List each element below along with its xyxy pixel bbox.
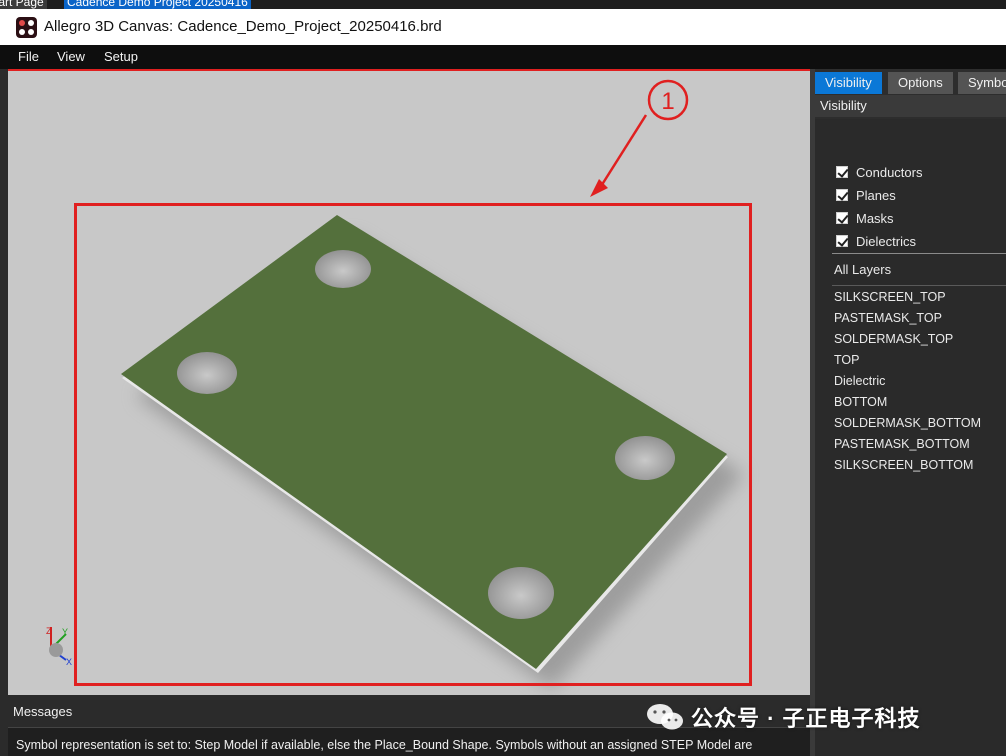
checkbox-planes[interactable]: Planes bbox=[836, 186, 896, 204]
menu-bar: File View Setup bbox=[0, 45, 1006, 69]
allegro-app-icon bbox=[16, 17, 37, 38]
panel-header: Visibility bbox=[815, 95, 1006, 117]
messages-title: Messages bbox=[13, 704, 73, 719]
divider bbox=[832, 253, 1006, 254]
layer-item[interactable]: TOP bbox=[834, 353, 859, 367]
watermark: 公众号 · 子正电子科技 bbox=[645, 700, 921, 734]
svg-text:X: X bbox=[66, 657, 72, 667]
annotation-marker-label: 1 bbox=[661, 88, 674, 115]
menu-file[interactable]: File bbox=[18, 48, 39, 66]
layer-item[interactable]: SILKSCREEN_TOP bbox=[834, 290, 946, 304]
watermark-text: 公众号 · 子正电子科技 bbox=[691, 706, 921, 731]
menu-setup[interactable]: Setup bbox=[104, 48, 138, 66]
annotation-arrow bbox=[596, 114, 648, 192]
checkbox-conductors[interactable]: Conductors bbox=[836, 163, 922, 181]
layer-item[interactable]: SILKSCREEN_BOTTOM bbox=[834, 458, 973, 472]
window-title: Allegro 3D Canvas: Cadence_Demo_Project_… bbox=[44, 18, 442, 35]
tab-project[interactable]: Cadence Demo Project 20250416 bbox=[64, 0, 251, 9]
checkbox-masks[interactable]: Masks bbox=[836, 209, 894, 227]
all-layers-label[interactable]: All Layers bbox=[834, 262, 891, 277]
checkbox-icon[interactable] bbox=[836, 235, 848, 247]
tab-options[interactable]: Options bbox=[888, 72, 953, 94]
title-bar: Allegro 3D Canvas: Cadence_Demo_Project_… bbox=[0, 9, 1006, 45]
layer-item[interactable]: SOLDERMASK_BOTTOM bbox=[834, 416, 981, 430]
board-render: 1 Z Y X bbox=[46, 79, 752, 689]
layer-item[interactable]: Dielectric bbox=[834, 374, 885, 388]
message-line: Symbol representation is set to: Step Mo… bbox=[16, 738, 753, 752]
menu-view[interactable]: View bbox=[57, 48, 85, 66]
tab-visibility[interactable]: Visibility bbox=[815, 72, 882, 94]
layer-item[interactable]: SOLDERMASK_TOP bbox=[834, 332, 953, 346]
checkbox-icon[interactable] bbox=[836, 189, 848, 201]
3d-viewport[interactable]: 1 Z Y X bbox=[8, 69, 810, 695]
checkbox-dielectrics[interactable]: Dielectrics bbox=[836, 232, 916, 250]
mounting-hole bbox=[488, 567, 554, 619]
panel-body: Conductors Planes Masks Dielectrics All … bbox=[815, 119, 1006, 756]
document-tab-strip: tart Page Cadence Demo Project 20250416 bbox=[0, 0, 1006, 9]
mounting-hole bbox=[615, 436, 675, 480]
left-gutter bbox=[0, 69, 8, 756]
tab-symbols[interactable]: Symbo bbox=[958, 72, 1006, 94]
checkbox-icon[interactable] bbox=[836, 212, 848, 224]
layer-item[interactable]: BOTTOM bbox=[834, 395, 887, 409]
layer-item[interactable]: PASTEMASK_TOP bbox=[834, 311, 942, 325]
svg-text:Y: Y bbox=[62, 627, 68, 637]
axes-gizmo: Z Y X bbox=[46, 626, 72, 667]
wechat-icon bbox=[647, 704, 683, 730]
tab-start-page[interactable]: tart Page bbox=[0, 0, 47, 9]
divider bbox=[832, 285, 1006, 286]
allegro-3d-canvas-window: tart Page Cadence Demo Project 20250416 … bbox=[0, 0, 1006, 756]
visibility-panel: Visibility Options Symbo Visibility Cond… bbox=[815, 69, 1006, 756]
mounting-hole bbox=[315, 250, 371, 288]
layer-item[interactable]: PASTEMASK_BOTTOM bbox=[834, 437, 970, 451]
mounting-hole bbox=[177, 352, 237, 394]
checkbox-icon[interactable] bbox=[836, 166, 848, 178]
viewport-top-border bbox=[8, 69, 810, 71]
panel-header-label: Visibility bbox=[820, 98, 867, 113]
svg-text:Z: Z bbox=[46, 626, 52, 636]
